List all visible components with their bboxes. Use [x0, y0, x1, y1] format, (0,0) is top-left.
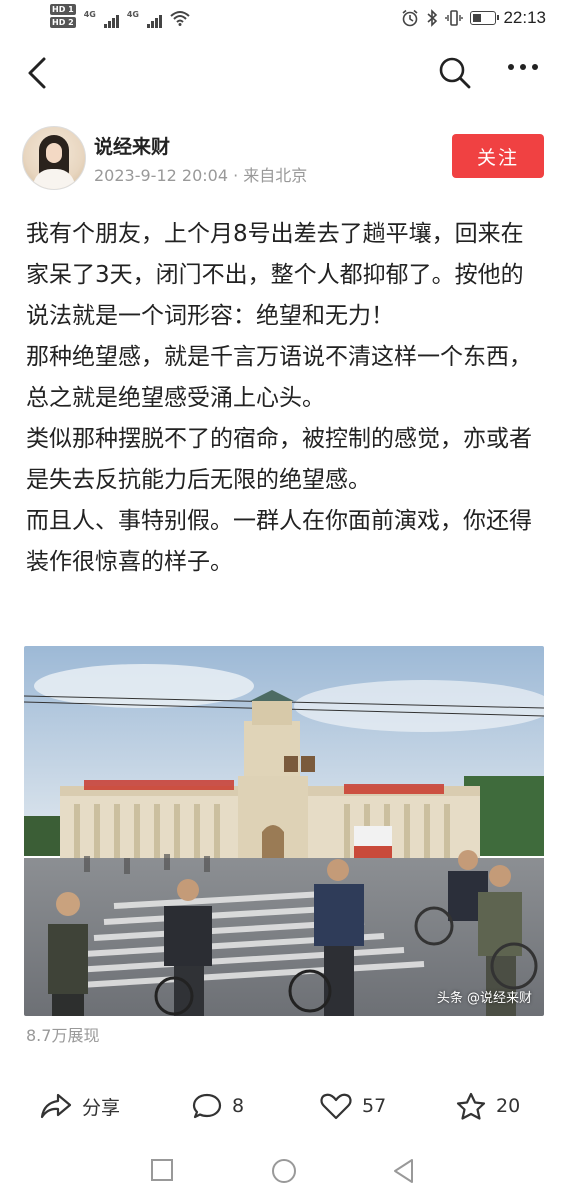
comment-count: 8 [232, 1095, 245, 1117]
status-bar-right: 22:13 [401, 8, 546, 28]
sim-indicators: HD 1 HD 2 [50, 4, 76, 28]
heart-icon [320, 1093, 352, 1120]
vibrate-icon [445, 10, 464, 26]
more-icon[interactable] [506, 62, 540, 72]
post-paragraph: 类似那种摆脱不了的宿命，被控制的感觉，亦或者是失去反抗能力后无限的绝望感。 [26, 426, 532, 493]
sim2-label: HD 2 [50, 17, 76, 28]
star-icon [456, 1092, 486, 1120]
share-icon [40, 1093, 72, 1119]
post-paragraph: 我有个朋友，上个月8号出差去了趟平壤，回来在家呆了3天，闭门不出，整个人都抑郁了… [26, 221, 524, 329]
status-bar-left: HD 1 HD 2 4G 4G [50, 4, 190, 28]
sim1-label: HD 1 [50, 4, 76, 15]
back-nav-icon[interactable] [392, 1158, 416, 1184]
station-photo-illustration [24, 646, 544, 1016]
author-name[interactable]: 说经来财 [94, 132, 170, 159]
photo-watermark: 头条 @说经来财 [436, 991, 532, 1006]
view-count: 8.7万展现 [26, 1026, 100, 1045]
like-count: 57 [362, 1095, 387, 1117]
favorite-count: 20 [496, 1095, 521, 1117]
favorite-button[interactable]: 20 [456, 1082, 520, 1130]
signal2-icon [146, 14, 162, 28]
wifi-icon [170, 11, 190, 26]
action-bar: 分享 8 57 20 [0, 1082, 568, 1130]
share-button[interactable]: 分享 [40, 1082, 120, 1130]
recent-apps-icon[interactable] [150, 1158, 174, 1182]
home-icon[interactable] [270, 1158, 298, 1186]
status-bar: HD 1 HD 2 4G 4G 22:13 [0, 0, 568, 40]
search-icon[interactable] [438, 56, 472, 90]
author-row: 说经来财 2023-9-12 20:04 · 来自北京 关注 [22, 124, 546, 190]
post-meta: 2023-9-12 20:04 · 来自北京 [94, 166, 308, 185]
network1-label: 4G [83, 10, 96, 19]
network2-label: 4G [126, 10, 139, 19]
alarm-icon [402, 9, 418, 27]
share-label: 分享 [82, 1096, 121, 1119]
top-bar [0, 44, 568, 104]
battery-icon [470, 11, 500, 25]
status-time: 22:13 [503, 8, 546, 27]
post-paragraph: 那种绝望感，就是千言万语说不清这样一个东西，总之就是绝望感受涌上心头。 [26, 344, 532, 411]
back-arrow-icon[interactable] [22, 56, 52, 90]
signal1-icon [103, 14, 119, 28]
avatar[interactable] [22, 126, 86, 190]
like-button[interactable]: 57 [320, 1082, 386, 1130]
comment-button[interactable]: 8 [192, 1082, 244, 1130]
post-content: 我有个朋友，上个月8号出差去了趟平壤，回来在家呆了3天，闭门不出，整个人都抑郁了… [26, 214, 546, 583]
post-paragraph: 而且人、事特别假。一群人在你面前演戏，你还得装作很惊喜的样子。 [26, 508, 532, 575]
system-nav-bar [0, 1140, 568, 1200]
comment-icon [192, 1093, 222, 1119]
bluetooth-icon [427, 9, 438, 27]
follow-button[interactable]: 关注 [452, 134, 544, 178]
post-photo[interactable]: 头条 @说经来财 [24, 646, 544, 1016]
